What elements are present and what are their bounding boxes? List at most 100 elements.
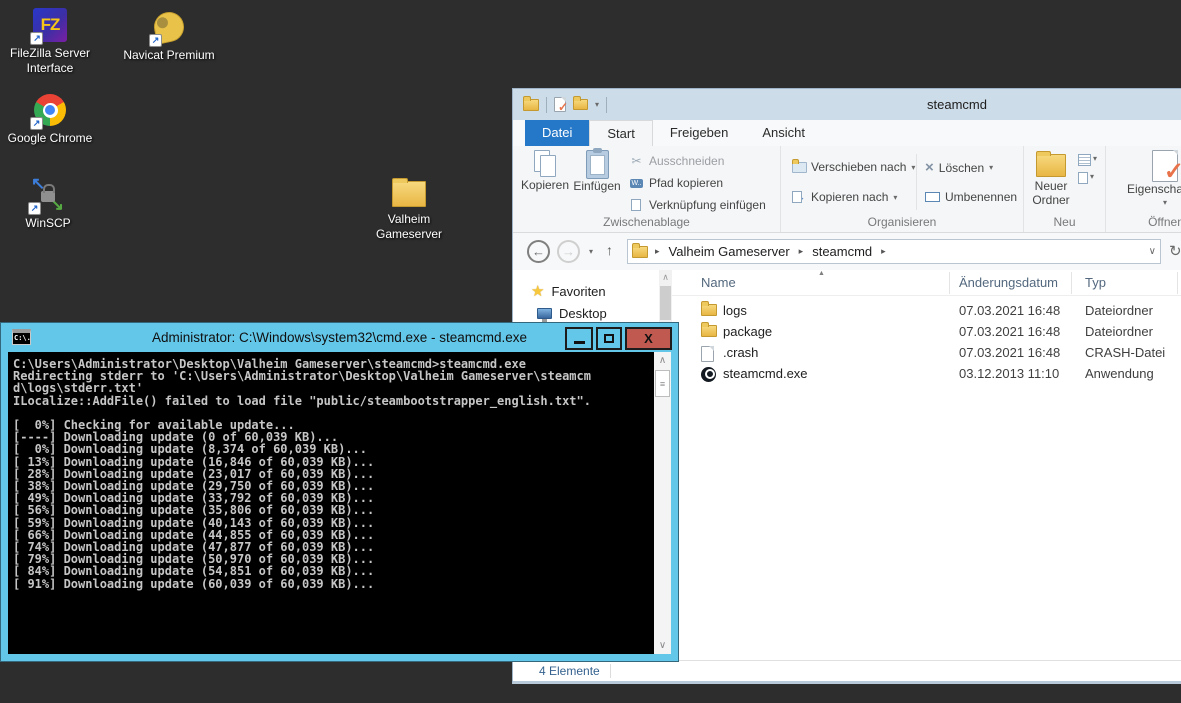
file-row-logs[interactable]: logs 07.03.2021 16:48 Dateiordner <box>672 301 1181 322</box>
scroll-down-icon[interactable]: ∨ <box>654 640 671 651</box>
copy-to-button[interactable]: → Kopieren nach ▾ <box>791 190 897 204</box>
scroll-up-icon[interactable]: ∧ <box>659 272 672 283</box>
tab-freigeben[interactable]: Freigeben <box>653 120 746 146</box>
move-to-button[interactable]: → Verschieben nach ▾ <box>791 160 915 174</box>
copy-button[interactable]: Kopieren <box>521 150 569 192</box>
winscp-icon: ↖ ↘ ↗ <box>31 178 65 212</box>
paste-icon <box>586 150 609 179</box>
desktop-monitor-icon <box>537 308 552 319</box>
paste-shortcut-button[interactable]: ↗ Verknüpfung einfügen <box>629 198 766 212</box>
scroll-thumb[interactable]: ≡ <box>655 370 670 397</box>
copy-icon <box>534 150 556 178</box>
breadcrumb-separator-icon: ▸ <box>652 246 663 257</box>
move-to-icon: → <box>791 160 806 174</box>
up-button[interactable]: ↑ <box>606 242 613 258</box>
breadcrumb-valheim[interactable]: Valheim Gameserver <box>667 244 792 259</box>
minimize-button[interactable] <box>565 327 593 350</box>
path-icon: W.. <box>629 176 644 190</box>
desktop-icon-winscp[interactable]: ↖ ↘ ↗ WinSCP <box>0 178 96 231</box>
refresh-icon[interactable]: ↻ <box>1169 242 1181 260</box>
address-box[interactable]: ▸ Valheim Gameserver ▸ steamcmd ▸ ∨ <box>627 239 1161 264</box>
file-row-package[interactable]: package 07.03.2021 16:48 Dateiordner <box>672 322 1181 343</box>
chevron-down-icon: ▾ <box>1163 196 1167 210</box>
column-header-name[interactable]: Name <box>701 275 736 290</box>
sidebar-item-favoriten[interactable]: ★ Favoriten <box>513 280 659 302</box>
new-folder-button[interactable]: Neuer Ordner <box>1028 150 1074 207</box>
explorer-titlebar: ✓ ▾ steamcmd <box>513 89 1181 120</box>
new-item-icon <box>1078 154 1091 166</box>
desktop-icon-label: WinSCP <box>25 216 70 231</box>
forward-button[interactable]: → <box>557 240 580 263</box>
close-button[interactable]: X <box>625 327 672 350</box>
new-folder-icon <box>1036 154 1066 177</box>
sort-ascending-icon: ▲ <box>818 270 825 277</box>
shortcut-arrow-icon: ↗ <box>28 202 41 215</box>
tab-ansicht[interactable]: Ansicht <box>745 120 822 146</box>
chevron-down-icon: ▾ <box>989 163 993 172</box>
delete-icon: × <box>925 160 934 175</box>
group-label-new: Neu <box>1024 215 1105 229</box>
desktop-icon-valheim-gameserver[interactable]: Valheim Gameserver <box>361 174 457 242</box>
file-row-steamcmd[interactable]: steamcmd.exe 03.12.2013 11:10 Anwendung <box>672 364 1181 385</box>
address-bar: ← → ▾ ↑ ▸ Valheim Gameserver ▸ steamcmd … <box>513 233 1181 270</box>
address-dropdown-icon[interactable]: ∨ <box>1149 246 1156 257</box>
console-area: C:\Users\Administrator\Desktop\Valheim G… <box>8 352 671 654</box>
cmd-titlebar[interactable]: C:\. Administrator: C:\Windows\system32\… <box>1 323 678 352</box>
copy-path-button[interactable]: W.. Pfad kopieren <box>629 176 723 190</box>
chevron-down-icon: ▾ <box>893 193 897 202</box>
chrome-icon: ↗ <box>33 93 67 127</box>
cut-button[interactable]: ✂ Ausschneiden <box>629 154 724 168</box>
new-item-button[interactable]: ▾ <box>1078 154 1097 166</box>
column-header-type[interactable]: Typ <box>1085 275 1106 290</box>
console-line: [ 91%] Downloading update (60,039 of 60,… <box>13 578 654 590</box>
paste-button[interactable]: Einfügen <box>571 150 623 193</box>
back-button[interactable]: ← <box>527 240 550 263</box>
console-line: [ 59%] Downloading update (40,143 of 60,… <box>13 517 654 529</box>
recent-locations-icon[interactable]: ▾ <box>589 247 593 256</box>
lock-icon <box>41 191 55 202</box>
group-label-clipboard: Zwischenablage <box>513 215 780 229</box>
desktop-icon-navicat[interactable]: ↗ Navicat Premium <box>121 10 217 63</box>
shortcut-arrow-icon: ↗ <box>30 32 43 45</box>
desktop-icon-label: FileZilla Server Interface <box>2 46 98 76</box>
column-header-date[interactable]: Änderungsdatum <box>959 275 1058 290</box>
breadcrumb-steamcmd[interactable]: steamcmd <box>810 244 874 259</box>
console-line: [ 84%] Downloading update (54,851 of 60,… <box>13 565 654 577</box>
scissors-icon: ✂ <box>629 154 644 168</box>
shortcut-arrow-icon: ↗ <box>30 117 43 130</box>
delete-button[interactable]: × Löschen ▾ <box>925 160 993 175</box>
steam-icon <box>701 367 716 382</box>
group-label-organize: Organisieren <box>781 215 1023 229</box>
rename-button[interactable]: Umbenennen <box>925 190 1017 204</box>
desktop-icon-label: Google Chrome <box>8 131 93 146</box>
console-scrollbar[interactable]: ∧ ≡ ∨ <box>654 352 671 654</box>
tab-start[interactable]: Start <box>589 120 652 146</box>
maximize-icon <box>604 334 614 343</box>
console-line: [ 0%] Downloading update (8,374 of 60,03… <box>13 443 654 455</box>
console-line: [ 56%] Downloading update (35,806 of 60,… <box>13 504 654 516</box>
star-icon: ★ <box>531 284 544 299</box>
desktop-icon-filezilla[interactable]: FZ ↗ FileZilla Server Interface <box>2 8 98 76</box>
ribbon-group-organize: → Verschieben nach ▾ → Kopieren nach ▾ ×… <box>781 146 1024 232</box>
column-headers: ▲ Name Änderungsdatum Typ <box>672 270 1181 296</box>
tab-datei[interactable]: Datei <box>525 120 589 146</box>
maximize-button[interactable] <box>596 327 622 350</box>
ribbon-group-clipboard: Kopieren Einfügen ✂ Ausschneiden W.. Pfa… <box>513 146 781 232</box>
shortcut-arrow-icon: ↗ <box>149 34 162 47</box>
scroll-up-icon[interactable]: ∧ <box>654 355 671 366</box>
sidebar-item-desktop[interactable]: Desktop <box>513 302 659 324</box>
breadcrumb-folder-icon <box>632 246 648 258</box>
desktop-icon-label: Valheim Gameserver <box>361 212 457 242</box>
desktop-icon-chrome[interactable]: ↗ Google Chrome <box>2 93 98 146</box>
easy-access-button[interactable]: ▾ <box>1078 172 1097 184</box>
console-line: [ 13%] Downloading update (16,846 of 60,… <box>13 456 654 468</box>
properties-icon: ✓ <box>1152 150 1178 182</box>
shortcut-page-icon: ↗ <box>629 198 644 212</box>
scroll-thumb[interactable] <box>660 286 671 320</box>
minimize-icon <box>574 341 585 344</box>
file-row-crash[interactable]: .crash 07.03.2021 16:48 CRASH-Datei <box>672 343 1181 364</box>
properties-button[interactable]: ✓ Eigenschaften ▾ <box>1122 150 1181 210</box>
close-icon: X <box>644 331 653 346</box>
item-count: 4 Elemente <box>539 664 600 678</box>
rename-icon <box>925 192 940 202</box>
